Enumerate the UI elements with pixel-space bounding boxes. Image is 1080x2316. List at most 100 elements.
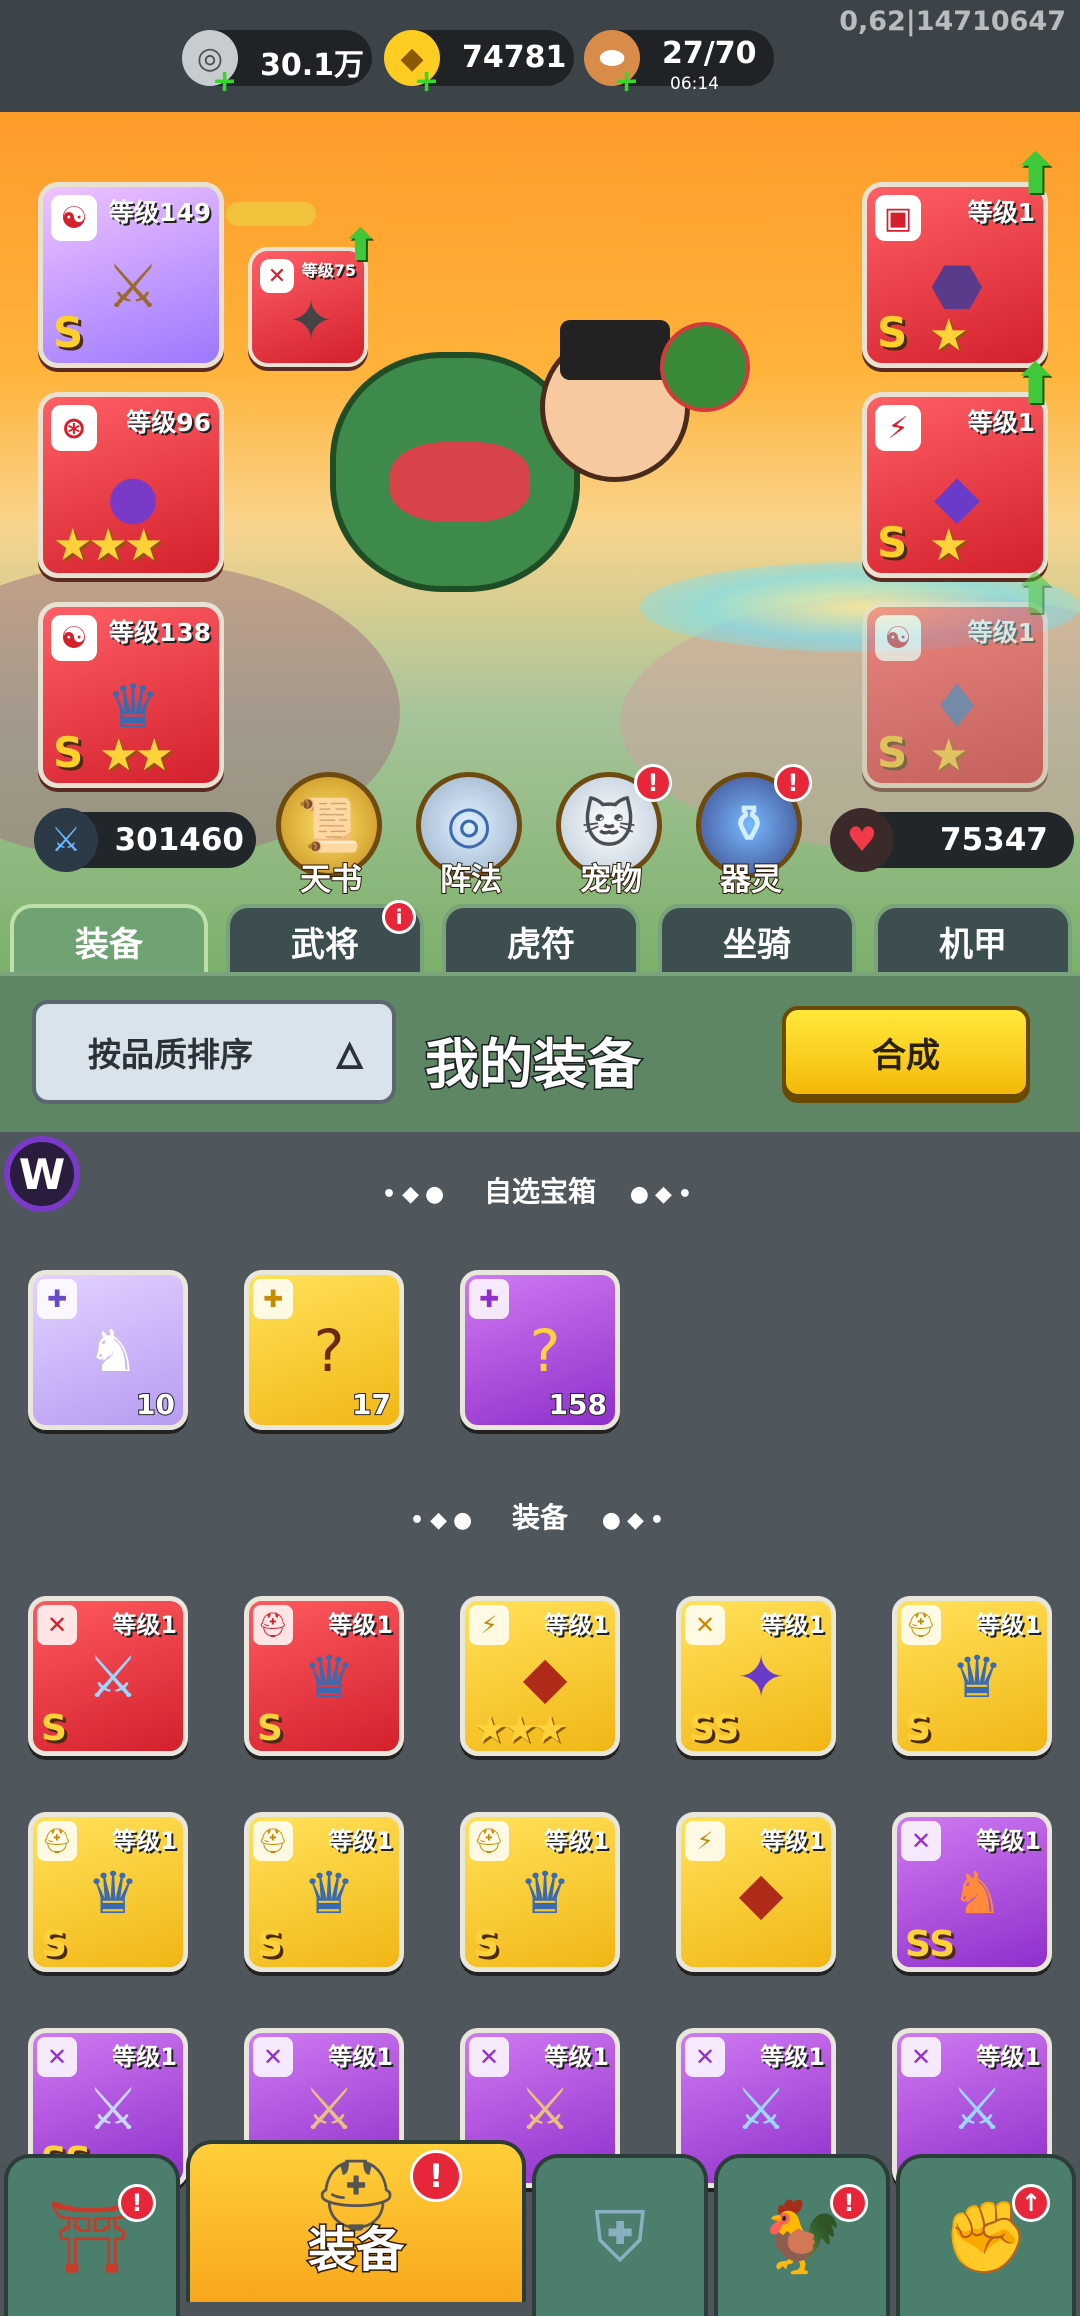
crossbow-icon: ⚔ [87, 2075, 139, 2143]
dragon-weapon-icon: ♞ [951, 1859, 1003, 1927]
slot-rank: S [877, 728, 908, 777]
chain-link-icon [226, 202, 316, 226]
bracer-icon: ◆ [738, 1859, 784, 1927]
crossbow-icon: ⚔ [303, 2075, 355, 2143]
nav-equipment[interactable]: ⛑ 装备 ! [186, 2140, 526, 2302]
tab-mount[interactable]: 坐骑 [658, 904, 856, 974]
bottom-nav: ⛩ ! ⛑ 装备 ! ⛨ 🐓 ! ✊ ↑ [0, 2140, 1080, 2316]
hero-scene: ☯ 等级149 ⚔ S ⊛ 等级96 ● ★★★ ☯ 等级138 ♛ S ★★ … [0, 112, 1080, 972]
chest-item[interactable]: ✚ ? 158 [460, 1270, 620, 1430]
chest-section-title: 自选宝箱 [483, 1175, 596, 1208]
shuriken-icon: ✦ [288, 288, 334, 352]
equipment-item[interactable]: ⚡ 等级1 ◆ ★★★ [460, 1596, 620, 1756]
equipment-item[interactable]: ✕ 等级1 ✦ SS [676, 1596, 836, 1756]
equip-slot-orb[interactable]: ⊛ 等级96 ● ★★★ [38, 392, 224, 578]
slot-level: 等级138 [108, 618, 211, 647]
armor-tag-icon: ▣ [875, 195, 921, 241]
equipment-item[interactable]: ⛑ 等级1 ♛ S [460, 1812, 620, 1972]
gold-resource[interactable]: ◆ + 74781 [384, 30, 574, 97]
equip-slot-armor[interactable]: ▣ 等级1 ⬣ S ★ [862, 182, 1048, 368]
attack-value: 301460 [114, 822, 244, 858]
sort-by-quality-button[interactable]: 按品质排序 △ [32, 1000, 396, 1104]
item-count: 158 [548, 1387, 608, 1422]
nav-city[interactable]: ⛩ ! [4, 2154, 180, 2316]
notification-badge-icon: ! [774, 764, 812, 802]
gold-value: 74781 [462, 40, 567, 75]
nav-battle[interactable]: ⛨ [532, 2154, 708, 2316]
equipment-item[interactable]: ⚡ 等级1 ◆ [676, 1812, 836, 1972]
func-label: 天书 [299, 861, 363, 899]
dots-decoration-icon: •◆● [410, 1508, 479, 1533]
info-badge-icon: i [382, 900, 416, 934]
taiji-icon: ☯ [51, 615, 97, 661]
upgrade-arrow-icon: ⬆ [1012, 142, 1059, 207]
triangle-up-icon: △ [336, 1033, 363, 1073]
dots-decoration-icon: •◆● [382, 1182, 451, 1207]
func-tianshu[interactable]: 📜 天书 [276, 772, 386, 899]
hero-hat [560, 320, 670, 380]
chest-item[interactable]: ✚ ♞ 10 [28, 1270, 188, 1430]
pet-mouth [390, 442, 530, 522]
character-fragment-icon: ♞ [87, 1317, 139, 1385]
taiji-icon: ☯ [51, 195, 97, 241]
equipment-item[interactable]: ⛑ 等级1 ♛ S [244, 1812, 404, 1972]
equipment-item[interactable]: ⛑ 等级1 ♛ S [28, 1812, 188, 1972]
helmet-icon: ♛ [519, 1859, 571, 1927]
server-info: 0,62|14710647 [839, 6, 1066, 37]
nav-heroes[interactable]: 🐓 ! [714, 2154, 890, 2316]
tab-mecha[interactable]: 机甲 [874, 904, 1072, 974]
func-label: 宠物 [579, 861, 643, 899]
helmet-icon: ♛ [87, 1859, 139, 1927]
item-rank: S [473, 1924, 499, 1965]
tab-tiger-tally[interactable]: 虎符 [442, 904, 640, 974]
star-rating-icon: ★ [929, 310, 969, 361]
notification-badge-icon: ! [634, 764, 672, 802]
equip-slot-helmet[interactable]: ☯ 等级138 ♛ S ★★ [38, 602, 224, 788]
item-rank: S [41, 1708, 67, 1749]
add-gold-icon[interactable]: + [414, 67, 439, 97]
shuriken-icon: ✦ [736, 1643, 786, 1711]
equipment-section-title: 装备 [511, 1501, 568, 1534]
chest-item[interactable]: ✚ ? 17 [244, 1270, 404, 1430]
w-logo-icon[interactable]: W [4, 1136, 80, 1212]
hp-stat: ♥ 75347 [830, 808, 1074, 872]
blade-icon: ⚔ [519, 2075, 571, 2143]
inventory-panel[interactable]: •◆● 自选宝箱 ●◆• ✚ ♞ 10 ✚ ? 17 ✚ ? 158 •◆● 装… [0, 1132, 1080, 2188]
func-qiling[interactable]: ⚱ 器灵 ! [696, 764, 812, 899]
mystery-chest-icon: ? [313, 1317, 345, 1385]
boots-tag-icon: ⚡ [875, 405, 921, 451]
slot-level: 等级149 [108, 198, 211, 227]
notification-badge-icon: ! [830, 2184, 868, 2222]
crossbow-icon: ⚔ [951, 2075, 1003, 2143]
helmet-icon: ♛ [303, 1643, 355, 1711]
func-pet[interactable]: 🐱 宠物 ! [556, 764, 672, 899]
equip-slot-accessory[interactable]: ☯ 等级1 ♦ S ★ [862, 602, 1048, 788]
upgrade-arrow-icon: ⬆ [342, 220, 379, 271]
upgrade-arrow-icon: ⬆ [1012, 352, 1059, 417]
func-zhenfa[interactable]: ◎ 阵法 [416, 772, 526, 899]
equipment-item[interactable]: ✕ 等级1 ♞ SS [892, 1812, 1052, 1972]
equipment-item[interactable]: ✕ 等级1 ⚔ S [28, 1596, 188, 1756]
dots-decoration-icon: ●◆• [601, 1508, 670, 1533]
stamina-value: 27/70 [662, 36, 757, 71]
nav-upgrade[interactable]: ✊ ↑ [896, 2154, 1076, 2316]
silver-resource[interactable]: ◎ + 30.1万 [182, 30, 372, 97]
nav-label: 装备 [306, 2221, 405, 2280]
stamina-resource[interactable]: ⬬ + 27/70 06:14 [584, 30, 774, 97]
slot-level: 等级96 [126, 408, 211, 437]
item-rank: S [257, 1924, 283, 1965]
add-silver-icon[interactable]: + [212, 67, 237, 97]
upgrade-arrow-icon: ⬆ [1012, 562, 1059, 627]
equipment-item[interactable]: ⛑ 等级1 ♛ S [244, 1596, 404, 1756]
equip-slot-boots[interactable]: ⚡ 等级1 ◆ S ★ [862, 392, 1048, 578]
equip-slot-weapon[interactable]: ☯ 等级149 ⚔ S [38, 182, 224, 368]
silver-value: 30.1万 [260, 48, 365, 83]
add-stamina-icon[interactable]: + [614, 67, 639, 97]
star-rating-icon: ★ [929, 730, 969, 781]
synthesize-button[interactable]: 合成 [782, 1006, 1030, 1098]
item-rank: S [905, 1708, 931, 1749]
slot-rank: S [877, 308, 908, 357]
tab-equipment[interactable]: 装备 [10, 904, 208, 974]
heart-icon: ♥ [830, 808, 894, 872]
equipment-item[interactable]: ⛑ 等级1 ♛ S [892, 1596, 1052, 1756]
